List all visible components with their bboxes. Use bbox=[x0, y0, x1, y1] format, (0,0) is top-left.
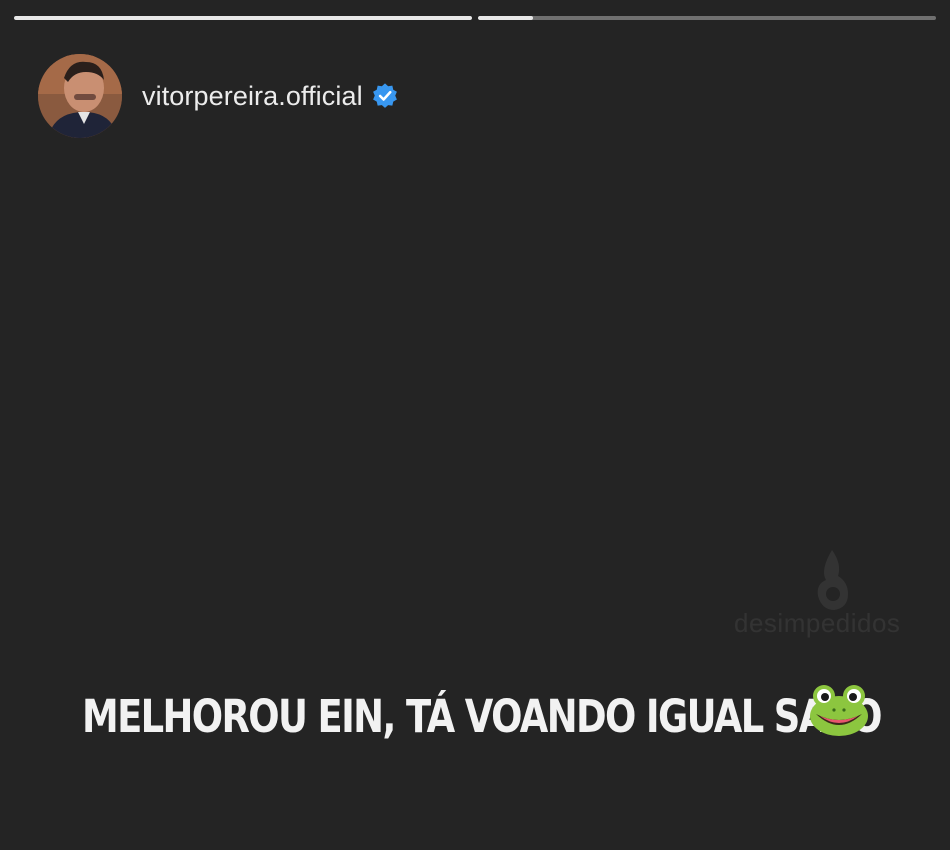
flame-logo-icon bbox=[817, 550, 848, 610]
frog-face-icon bbox=[808, 682, 870, 738]
progress-segment-2 bbox=[478, 16, 936, 20]
username[interactable]: vitorpereira.official bbox=[142, 81, 363, 112]
story-header: vitorpereira.official bbox=[38, 54, 399, 138]
caption-text: MELHOROU EIN, TÁ VOANDO IGUAL SAPO bbox=[82, 690, 882, 743]
story-viewer[interactable]: vitorpereira.official desimpedidos MELHO… bbox=[0, 0, 950, 850]
progress-fill-2 bbox=[478, 16, 533, 20]
progress-fill-1 bbox=[14, 16, 472, 20]
avatar[interactable] bbox=[38, 54, 122, 138]
avatar-image bbox=[38, 54, 122, 138]
progress-segment-1 bbox=[14, 16, 472, 20]
watermark-text: desimpedidos bbox=[734, 608, 901, 638]
story-progress-bar bbox=[14, 16, 936, 20]
story-caption: MELHOROU EIN, TÁ VOANDO IGUAL SAPO bbox=[82, 685, 950, 743]
watermark: desimpedidos bbox=[734, 548, 934, 648]
verified-badge-icon bbox=[371, 82, 399, 110]
